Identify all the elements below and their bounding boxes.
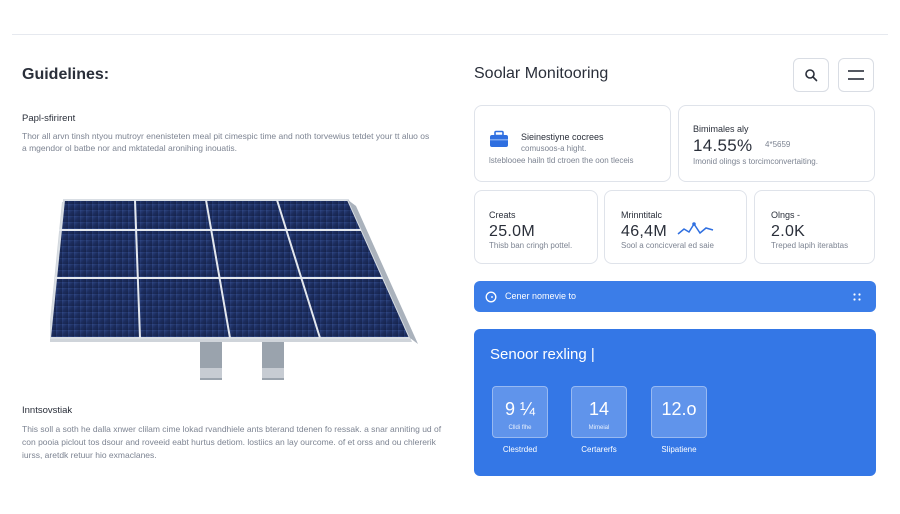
section-title: Inntsovstiak [22, 405, 73, 416]
app-title: Soolar Monitooring [474, 65, 609, 82]
card-desc: Imonid olings s torcimconvertaiting. [693, 157, 818, 166]
metric-card-creats[interactable]: Creats 25.0M Thisb ban cringh pottel. [474, 190, 598, 264]
sensor-caption: Certarerfs [581, 445, 617, 454]
guidelines-title: Guidelines: [22, 66, 110, 83]
briefcase-icon [490, 130, 508, 147]
status-card[interactable]: Sieinestiyne cocrees comusoos-a hight. l… [474, 105, 671, 182]
metric-card-sparkline[interactable]: Mrinntitalc 46,4M Sool a concicveral ed … [604, 190, 747, 264]
sensor-caption: Slipatiene [661, 445, 697, 454]
clock-icon [485, 291, 497, 303]
sensor-sub: Mimeial [588, 425, 610, 431]
sensor-panel-title: Senoor rexling | [490, 346, 595, 363]
card-label: Mrinntitalc [621, 210, 663, 220]
search-icon [805, 69, 818, 82]
paragraph-heading: Papl-sfirirent [22, 113, 76, 124]
sensor-value: 12.o [661, 399, 697, 419]
section-text: This soll a soth he dalla xnwer clilam c… [22, 424, 442, 460]
card-desc: Sool a concicveral ed saie [621, 241, 714, 250]
metric-card-olngs[interactable]: Olngs - 2.0K Treped lapih iterabtas [754, 190, 875, 264]
paragraph-text: Thor all arvn tinsh ntyou mutroyr enenis… [22, 131, 430, 153]
sensor-panel: Senoor rexling | 9 ¼ Clldi flhe 14 Mimei… [474, 329, 876, 476]
sensor-tile[interactable]: 9 ¼ Clldi flhe [492, 386, 548, 438]
efficiency-sub-value: 4*5659 [765, 140, 791, 149]
search-button[interactable] [793, 58, 829, 92]
card-desc: Treped lapih iterabtas [771, 241, 849, 250]
efficiency-card[interactable]: Bimimales aly 14.55% 4*5659 Imonid oling… [678, 105, 875, 182]
card-desc: Thisb ban cringh pottel. [489, 241, 573, 250]
efficiency-value: 14.55% [693, 136, 753, 155]
card-label: Bimimales aly [693, 124, 749, 134]
guidelines-column: Guidelines: Papl-sfirirent Thor all arvn… [22, 0, 442, 514]
solar-panel-image [48, 192, 450, 387]
menu-icon [848, 70, 864, 80]
sensor-value: 9 ¼ [504, 399, 536, 419]
metric-value: 46,4M [621, 223, 667, 240]
sensor-tile[interactable]: 14 Mimeial [571, 386, 627, 438]
sensor-value: 14 [588, 399, 610, 419]
sensor-sub: Clldi flhe [508, 425, 532, 431]
sparkline-icon [677, 222, 714, 235]
metric-value: 25.0M [489, 223, 535, 240]
banner-text: Cener nomevie to [505, 291, 577, 301]
menu-button[interactable] [838, 58, 874, 92]
sensor-tile[interactable]: 12.o [651, 386, 707, 438]
grip-icon[interactable] [852, 292, 862, 302]
card-line: comusoos-a hight. [521, 144, 587, 153]
metric-value: 2.0K [771, 223, 806, 240]
sensor-caption: Clestrded [502, 445, 538, 454]
card-title: Sieinestiyne cocrees [521, 132, 604, 142]
card-label: Olngs - [771, 210, 801, 220]
card-desc: lsteblooee hailn tld ctroen the oon tlec… [489, 156, 634, 165]
notification-banner[interactable]: Cener nomevie to [474, 281, 876, 312]
card-label: Creats [489, 210, 516, 220]
